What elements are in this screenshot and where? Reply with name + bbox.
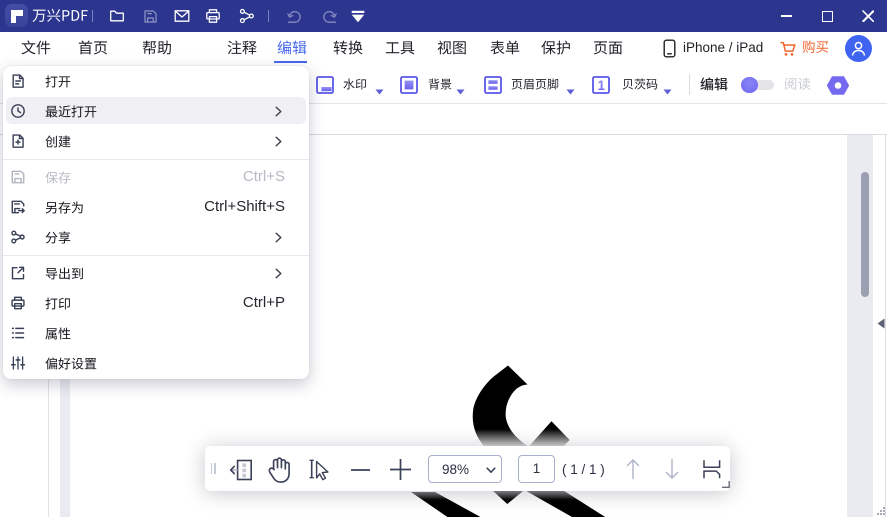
- svg-text:1: 1: [597, 78, 605, 93]
